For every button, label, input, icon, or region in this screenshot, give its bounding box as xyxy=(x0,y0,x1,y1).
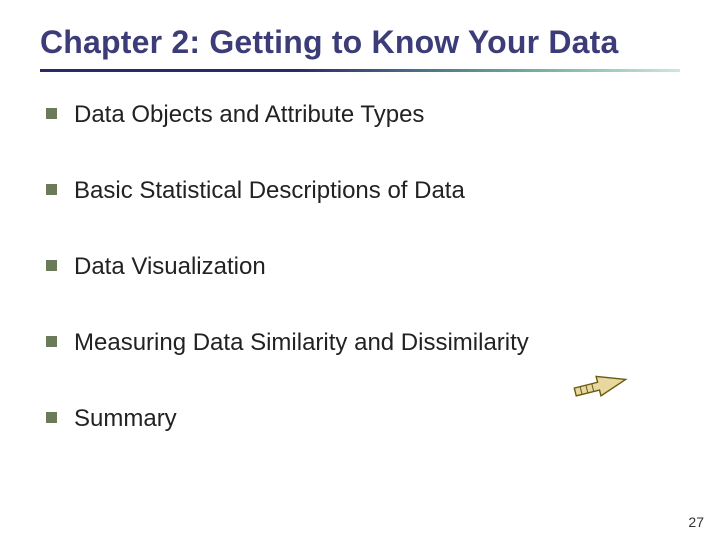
pointer-arrow-icon xyxy=(570,372,630,412)
page-title: Chapter 2: Getting to Know Your Data xyxy=(40,24,680,61)
list-item: Data Objects and Attribute Types xyxy=(46,100,680,130)
list-item: Basic Statistical Descriptions of Data xyxy=(46,176,680,206)
list-item: Data Visualization xyxy=(46,252,680,282)
title-divider xyxy=(40,69,680,72)
page-number: 27 xyxy=(688,514,704,530)
list-item: Measuring Data Similarity and Dissimilar… xyxy=(46,328,680,358)
slide: Chapter 2: Getting to Know Your Data Dat… xyxy=(0,0,720,540)
